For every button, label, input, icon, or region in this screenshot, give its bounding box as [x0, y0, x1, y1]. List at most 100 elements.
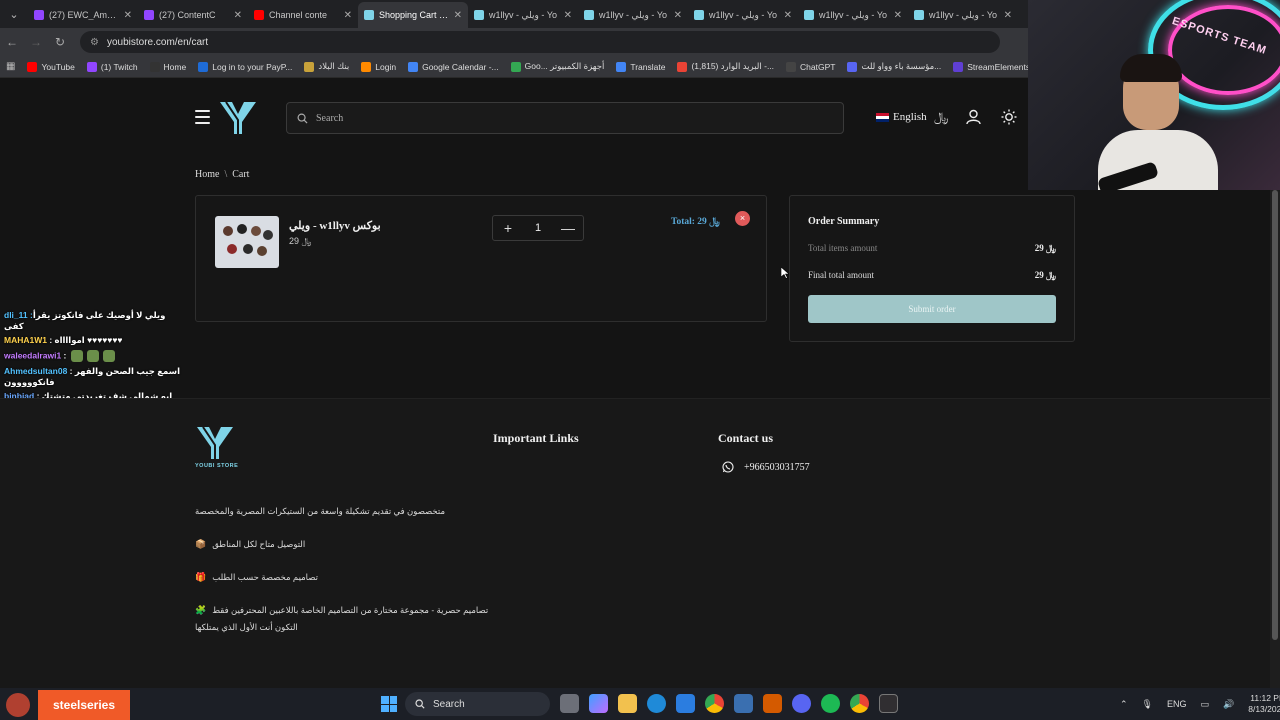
tray-chevron-icon[interactable]: ⌃ — [1120, 699, 1128, 710]
bookmark-item[interactable]: (1,815) البريد الوارد -... — [677, 61, 774, 72]
chat-message: dli_11 :ويلي لا أوصيك على فانكوتز يقرأ ك… — [0, 308, 190, 333]
chrome-profile-icon[interactable] — [850, 694, 869, 713]
chat-username[interactable]: dli_11 : — [4, 310, 33, 320]
site-info-icon[interactable]: ⚙ — [90, 37, 99, 48]
bookmark-item[interactable]: (1) Twitch — [86, 61, 138, 72]
tab-favicon-icon — [584, 10, 594, 20]
browser-tab[interactable]: (27) EWC_Amazon ✕ — [28, 2, 138, 28]
browser-tab[interactable]: w1llyv - ويلي - Yo ✕ — [468, 2, 578, 28]
currency-riyal-icon[interactable]: ﷼ — [934, 109, 948, 125]
bookmark-label: Translate — [630, 61, 666, 72]
tab-close-icon[interactable]: ✕ — [564, 10, 572, 21]
tab-search-chevron-icon[interactable]: ⌄ — [0, 0, 28, 28]
browser-tab[interactable]: w1llyv - ويلي - Yo ✕ — [798, 2, 908, 28]
reload-icon[interactable]: ↻ — [48, 35, 72, 49]
bookmark-label: Goo... أجهزة الكمبيوتر — [524, 61, 605, 71]
file-explorer-icon[interactable] — [618, 694, 637, 713]
footer-logo-name: YOUBI STORE — [195, 463, 239, 469]
footer-about-text: تصاميم حصرية - مجموعة مختارة من التصاميم… — [212, 605, 489, 615]
taskbar-search-icon — [415, 699, 425, 709]
chat-username[interactable]: MAHA1W1 — [4, 335, 47, 345]
taskbar-clock[interactable]: 11:12 PM 8/13/2025 — [1248, 693, 1280, 715]
tab-close-icon[interactable]: ✕ — [784, 10, 792, 21]
breadcrumb-home-link[interactable]: Home — [195, 169, 219, 180]
volume-icon[interactable]: 🔊 — [1223, 699, 1234, 710]
search-input[interactable] — [316, 112, 816, 124]
language-switcher[interactable]: English — [876, 111, 927, 123]
chat-username[interactable]: Ahmedsultan08 — [4, 366, 67, 376]
obs-icon[interactable] — [879, 694, 898, 713]
tab-close-icon[interactable]: ✕ — [454, 10, 462, 21]
microphone-icon[interactable]: 🎙 — [1142, 699, 1153, 710]
tab-close-icon[interactable]: ✕ — [674, 10, 682, 21]
browser-tab[interactable]: w1llyv - ويلي - Yo ✕ — [688, 2, 798, 28]
edge-icon[interactable] — [647, 694, 666, 713]
footer-logo[interactable]: YOUBI STORE — [195, 425, 241, 473]
menu-hamburger-icon[interactable] — [195, 110, 210, 124]
page-scrollbar[interactable] — [1270, 190, 1280, 688]
increase-quantity-button[interactable]: + — [501, 220, 515, 236]
forward-arrow-icon[interactable]: → — [24, 35, 48, 49]
browser-tab[interactable]: w1llyv - ويلي - Yo ✕ — [578, 2, 688, 28]
tray-language[interactable]: ENG — [1167, 699, 1187, 709]
tab-close-icon[interactable]: ✕ — [894, 10, 902, 21]
browser-tab[interactable]: Channel conte ✕ — [248, 2, 358, 28]
chat-username[interactable]: waleedalrawi1 — [4, 350, 61, 360]
bookmark-item[interactable]: Home — [149, 61, 186, 72]
youbi-logo-icon[interactable] — [218, 100, 258, 136]
bookmark-item[interactable]: بنك البلاد — [304, 61, 349, 72]
submit-order-button[interactable]: Submit order — [808, 295, 1056, 323]
clock-date: 8/13/2025 — [1248, 704, 1280, 714]
tab-close-icon[interactable]: ✕ — [344, 10, 352, 21]
tab-title: (27) EWC_Amazon — [49, 10, 119, 20]
tab-close-icon[interactable]: ✕ — [124, 10, 132, 21]
url-text: youbistore.com/en/cart — [106, 36, 209, 48]
bookmark-item[interactable]: Log in to your PayP... — [198, 61, 292, 72]
windows-start-icon[interactable] — [381, 696, 397, 712]
breadcrumb-current: Cart — [232, 169, 250, 180]
display-icon[interactable]: ▭ — [1201, 699, 1210, 710]
store-icon[interactable] — [676, 694, 695, 713]
order-summary-title: Order Summary — [808, 216, 880, 227]
search-box[interactable] — [286, 102, 844, 134]
chat-separator: : — [61, 350, 69, 361]
apps-grid-icon[interactable]: ▦ — [6, 61, 15, 72]
bookmark-item[interactable]: Login — [361, 61, 397, 72]
bookmark-item[interactable]: Google Calendar -... — [408, 61, 499, 72]
copilot-icon[interactable] — [589, 694, 608, 713]
bookmark-item[interactable]: Translate — [616, 61, 666, 72]
task-view-icon[interactable] — [560, 694, 579, 713]
bookmark-item[interactable]: مؤسسة باء وواو للت... — [847, 61, 941, 72]
chat-emote-icon — [86, 349, 99, 362]
tab-title: (27) ContentC — [159, 10, 216, 20]
bookmark-label: Login — [375, 61, 397, 72]
user-account-icon[interactable] — [966, 109, 981, 125]
spotify-icon[interactable] — [821, 694, 840, 713]
decrease-quantity-button[interactable]: — — [561, 220, 575, 236]
theme-sun-icon[interactable] — [1001, 109, 1017, 125]
remove-item-button[interactable]: × — [735, 211, 750, 226]
tab-close-icon[interactable]: ✕ — [1004, 10, 1012, 21]
browser-tab[interactable]: w1llyv - ويلي - Yo ✕ — [908, 2, 1018, 28]
chrome-icon[interactable] — [705, 694, 724, 713]
discord-icon[interactable] — [792, 694, 811, 713]
back-arrow-icon[interactable]: ← — [0, 35, 24, 49]
total-items-label: Total items amount — [808, 243, 878, 253]
browser-tab[interactable]: Shopping Cart - Y ✕ — [358, 2, 468, 28]
tab-close-icon[interactable]: ✕ — [234, 10, 242, 21]
taskbar-search[interactable]: Search — [405, 692, 550, 716]
tab-title: w1llyv - ويلي - Yo — [929, 9, 998, 20]
product-name[interactable]: ويلي - w1llyv بوكس — [289, 219, 381, 232]
bookmark-item[interactable]: ChatGPT — [786, 61, 835, 72]
amd-icon[interactable] — [763, 694, 782, 713]
footer-emoji-icon: 🎁 — [195, 572, 207, 582]
browser-tab[interactable]: (27) ContentC ✕ — [138, 2, 248, 28]
footer-about-line: تصاميم حصرية - مجموعة مختارة من التصاميم… — [195, 605, 488, 616]
address-bar[interactable]: ⚙ youbistore.com/en/cart — [80, 31, 1000, 53]
product-thumbnail[interactable] — [215, 216, 279, 268]
bookmark-item[interactable]: Goo... أجهزة الكمبيوتر — [510, 61, 605, 72]
app-icon[interactable] — [734, 694, 753, 713]
footer-emoji-icon: 📦 — [195, 539, 207, 549]
bookmark-item[interactable]: YouTube — [27, 61, 75, 72]
contact-whatsapp[interactable]: +966503031757 — [722, 461, 810, 473]
